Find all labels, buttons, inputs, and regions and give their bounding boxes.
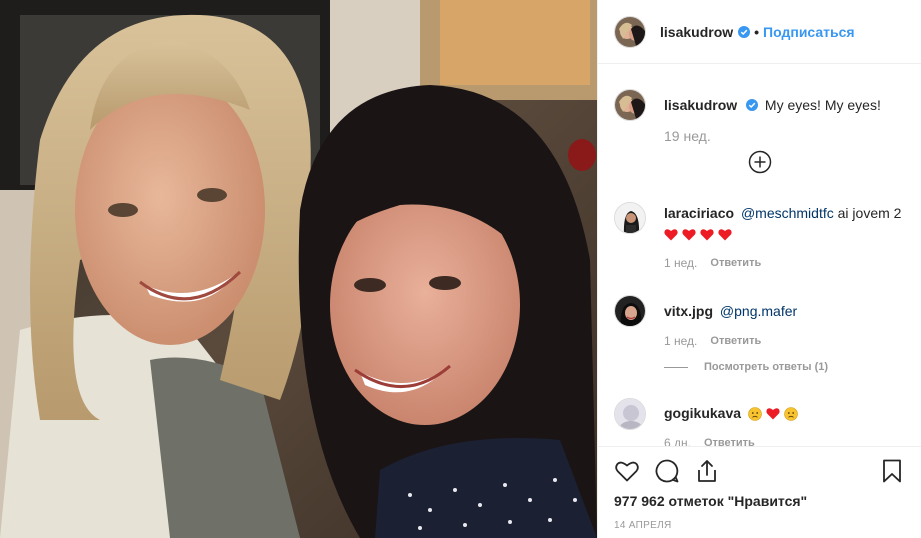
red-heart-icon: [700, 228, 714, 241]
comment-timestamp[interactable]: 6 дн.: [664, 436, 691, 446]
author-username[interactable]: lisakudrow: [660, 24, 733, 40]
comment-meta: 6 дн. Ответить: [664, 436, 905, 446]
comment-meta: 1 нед. Ответить: [664, 256, 905, 270]
likes-count[interactable]: 977 962 отметок "Нравится": [614, 493, 905, 509]
reply-button[interactable]: Ответить: [710, 257, 761, 269]
bookmark-icon[interactable]: [879, 458, 905, 484]
sad-face-icon: [748, 407, 762, 422]
plus-circle-icon[interactable]: [748, 150, 772, 174]
comment-avatar[interactable]: [614, 295, 646, 327]
like-heart-icon[interactable]: [614, 458, 640, 484]
post-date[interactable]: 14 АПРЕЛЯ: [614, 520, 905, 531]
action-bar: [614, 458, 905, 484]
caption-text: My eyes! My eyes!: [764, 97, 881, 113]
comment-text: ai jovem 2: [837, 205, 902, 221]
post-footer: 977 962 отметок "Нравится" 14 АПРЕЛЯ: [598, 446, 921, 538]
post-photo[interactable]: [0, 0, 597, 538]
reply-button[interactable]: Ответить: [704, 437, 755, 446]
comment-item: vitx.jpg @png.mafer 1 нед. Ответить Посм…: [614, 295, 905, 373]
comment-emoji: [664, 228, 732, 241]
comments-list[interactable]: lisakudrow My eyes! My eyes! 19 нед. lar…: [598, 65, 921, 446]
reply-button[interactable]: Ответить: [710, 335, 761, 347]
red-heart-icon: [664, 228, 678, 241]
comment-username[interactable]: gogikukava: [664, 405, 741, 421]
verified-badge-icon: [738, 25, 751, 38]
share-icon[interactable]: [694, 458, 720, 484]
comment-item: gogikukava 6 дн. Ответить: [614, 398, 905, 446]
red-heart-icon: [718, 228, 732, 241]
follow-button[interactable]: Подписаться: [763, 24, 855, 40]
instagram-post: lisakudrow • Подписаться lisakudrow My e…: [0, 0, 921, 538]
replies-divider: [664, 366, 688, 368]
caption-username[interactable]: lisakudrow: [664, 97, 737, 113]
red-heart-icon: [682, 228, 696, 241]
comment-mention[interactable]: @png.mafer: [720, 303, 797, 319]
comment-bubble-icon[interactable]: [654, 458, 680, 484]
comment-username[interactable]: laraciriaco: [664, 205, 734, 221]
verified-badge-icon: [746, 99, 759, 111]
comment-mention[interactable]: @meschmidtfc: [741, 205, 834, 221]
comment-timestamp[interactable]: 1 нед.: [664, 334, 697, 348]
comment-emoji: [748, 407, 798, 422]
comment-username[interactable]: vitx.jpg: [664, 303, 713, 319]
sad-face-icon: [784, 407, 798, 422]
red-heart-icon: [766, 408, 780, 420]
caption-avatar[interactable]: [614, 89, 646, 121]
comment-avatar[interactable]: [614, 398, 646, 430]
author-avatar[interactable]: [614, 15, 646, 48]
view-replies-label[interactable]: Посмотреть ответы (1): [704, 361, 828, 373]
post-side-panel: lisakudrow • Подписаться lisakudrow My e…: [597, 0, 921, 538]
view-replies-button[interactable]: Посмотреть ответы (1): [664, 361, 905, 373]
load-more-comments[interactable]: [614, 150, 905, 174]
comment-item: laraciriaco @meschmidtfc ai jovem 2 1 не…: [614, 202, 905, 270]
header-separator: •: [754, 23, 760, 40]
caption-timestamp[interactable]: 19 нед.: [664, 128, 905, 144]
caption-item: lisakudrow My eyes! My eyes! 19 нед.: [614, 89, 905, 144]
comment-meta: 1 нед. Ответить: [664, 334, 905, 348]
comment-timestamp[interactable]: 1 нед.: [664, 256, 697, 270]
comment-avatar[interactable]: [614, 202, 646, 234]
selfie-image: [0, 0, 597, 538]
post-header: lisakudrow • Подписаться: [598, 0, 921, 64]
